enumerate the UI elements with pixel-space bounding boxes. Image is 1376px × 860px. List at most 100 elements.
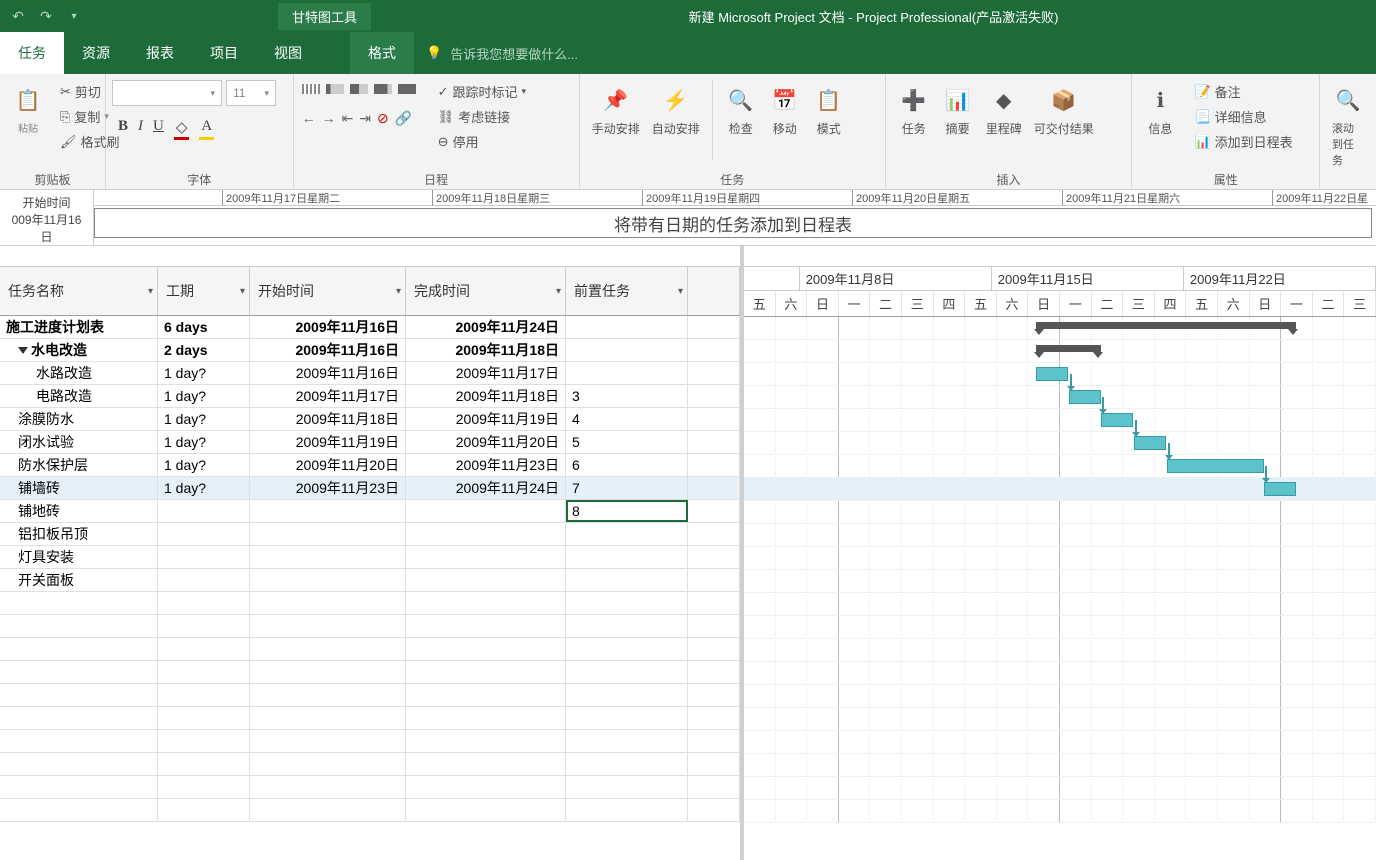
cell-extra[interactable] xyxy=(688,523,740,545)
table-row[interactable]: 铝扣板吊顶 xyxy=(0,523,740,546)
table-row[interactable] xyxy=(0,799,740,822)
gantt-row[interactable] xyxy=(744,340,1376,363)
table-row[interactable]: 水电改造2 days2009年11月16日2009年11月18日 xyxy=(0,339,740,362)
cell-predecessor[interactable] xyxy=(566,546,688,568)
cell-start[interactable] xyxy=(250,684,406,706)
cell-duration[interactable] xyxy=(158,500,250,522)
cell-extra[interactable] xyxy=(688,730,740,752)
tab-view[interactable]: 视图 xyxy=(256,32,320,74)
gantt-task-bar[interactable] xyxy=(1134,436,1166,450)
cell-finish[interactable]: 2009年11月17日 xyxy=(406,362,566,384)
gantt-summary-bar[interactable] xyxy=(1036,322,1296,329)
cell-extra[interactable] xyxy=(688,799,740,821)
tab-project[interactable]: 项目 xyxy=(192,32,256,74)
gantt-row[interactable] xyxy=(744,708,1376,731)
cell-extra[interactable] xyxy=(688,684,740,706)
cell-predecessor[interactable] xyxy=(566,615,688,637)
cell-duration[interactable] xyxy=(158,730,250,752)
tell-me-search[interactable]: 💡 告诉我您想要做什么... xyxy=(414,32,590,74)
cell-duration[interactable] xyxy=(158,569,250,591)
cell-name[interactable] xyxy=(0,638,158,660)
insert-summary-button[interactable]: 📊摘要 xyxy=(936,80,980,141)
cell-predecessor[interactable] xyxy=(566,362,688,384)
cell-duration[interactable] xyxy=(158,546,250,568)
cell-finish[interactable] xyxy=(406,615,566,637)
cell-start[interactable] xyxy=(250,799,406,821)
cell-duration[interactable] xyxy=(158,592,250,614)
cell-predecessor[interactable] xyxy=(566,638,688,660)
cell-extra[interactable] xyxy=(688,477,740,499)
table-row[interactable] xyxy=(0,592,740,615)
cell-name[interactable]: 施工进度计划表 xyxy=(0,316,158,338)
indent-controls[interactable]: ←→ ⇤⇥ ⊘ 🔗 xyxy=(300,106,418,131)
table-row[interactable]: 闭水试验1 day?2009年11月19日2009年11月20日5 xyxy=(0,431,740,454)
cell-predecessor[interactable] xyxy=(566,523,688,545)
cell-start[interactable]: 2009年11月19日 xyxy=(250,431,406,453)
cell-name[interactable]: 灯具安装 xyxy=(0,546,158,568)
cell-duration[interactable] xyxy=(158,684,250,706)
tab-resource[interactable]: 资源 xyxy=(64,32,128,74)
cell-start[interactable]: 2009年11月20日 xyxy=(250,454,406,476)
cell-duration[interactable]: 6 days xyxy=(158,316,250,338)
table-row[interactable] xyxy=(0,730,740,753)
tab-format[interactable]: 格式 xyxy=(350,32,414,74)
cell-name[interactable]: 闭水试验 xyxy=(0,431,158,453)
gantt-task-bar[interactable] xyxy=(1167,459,1264,473)
chevron-down-icon[interactable]: ▾ xyxy=(396,286,401,297)
table-row[interactable]: 施工进度计划表6 days2009年11月16日2009年11月24日 xyxy=(0,316,740,339)
cell-duration[interactable]: 1 day? xyxy=(158,362,250,384)
cell-extra[interactable] xyxy=(688,408,740,430)
cell-extra[interactable] xyxy=(688,707,740,729)
cell-finish[interactable] xyxy=(406,592,566,614)
chevron-down-icon[interactable]: ▾ xyxy=(148,286,153,297)
cell-name[interactable] xyxy=(0,799,158,821)
table-row[interactable]: 防水保护层1 day?2009年11月20日2009年11月23日6 xyxy=(0,454,740,477)
gantt-row[interactable] xyxy=(744,524,1376,547)
cell-start[interactable]: 2009年11月17日 xyxy=(250,385,406,407)
tab-report[interactable]: 报表 xyxy=(128,32,192,74)
qat-dropdown-icon[interactable]: ▾ xyxy=(60,2,88,30)
cell-finish[interactable] xyxy=(406,684,566,706)
cell-predecessor[interactable] xyxy=(566,730,688,752)
cell-finish[interactable]: 2009年11月18日 xyxy=(406,385,566,407)
table-row[interactable] xyxy=(0,753,740,776)
cell-finish[interactable] xyxy=(406,799,566,821)
table-row[interactable]: 电路改造1 day?2009年11月17日2009年11月18日3 xyxy=(0,385,740,408)
cell-finish[interactable] xyxy=(406,500,566,522)
font-size-select[interactable]: 11▾ xyxy=(226,80,276,106)
gantt-task-bar[interactable] xyxy=(1101,413,1133,427)
cell-finish[interactable] xyxy=(406,546,566,568)
cell-finish[interactable] xyxy=(406,707,566,729)
cell-extra[interactable] xyxy=(688,454,740,476)
cell-predecessor[interactable]: 5 xyxy=(566,431,688,453)
gantt-row[interactable] xyxy=(744,547,1376,570)
table-row[interactable] xyxy=(0,684,740,707)
cell-start[interactable] xyxy=(250,638,406,660)
cell-start[interactable]: 2009年11月16日 xyxy=(250,316,406,338)
table-row[interactable]: 灯具安装 xyxy=(0,546,740,569)
cell-extra[interactable] xyxy=(688,431,740,453)
cell-name[interactable]: 铺墙砖 xyxy=(0,477,158,499)
cell-predecessor[interactable] xyxy=(566,569,688,591)
gantt-row[interactable] xyxy=(744,478,1376,501)
gantt-row[interactable] xyxy=(744,455,1376,478)
cell-duration[interactable]: 1 day? xyxy=(158,431,250,453)
cell-start[interactable] xyxy=(250,753,406,775)
cell-duration[interactable] xyxy=(158,799,250,821)
cell-predecessor[interactable] xyxy=(566,753,688,775)
cell-start[interactable] xyxy=(250,707,406,729)
underline-button[interactable]: U xyxy=(153,118,164,140)
insert-deliverable-button[interactable]: 📦可交付结果 xyxy=(1028,80,1100,141)
col-task-name[interactable]: 任务名称▾ xyxy=(0,267,158,315)
cell-duration[interactable]: 2 days xyxy=(158,339,250,361)
chevron-down-icon[interactable]: ▾ xyxy=(240,286,245,297)
scroll-to-task-button[interactable]: 🔍滚动到任务 xyxy=(1326,80,1370,172)
gantt-row[interactable] xyxy=(744,662,1376,685)
gantt-body[interactable] xyxy=(744,317,1376,823)
cell-extra[interactable] xyxy=(688,661,740,683)
outline-collapse-icon[interactable] xyxy=(18,347,28,354)
notes-button[interactable]: 📝备注 xyxy=(1188,80,1298,103)
italic-button[interactable]: I xyxy=(138,118,143,140)
cell-predecessor[interactable] xyxy=(566,316,688,338)
gantt-row[interactable] xyxy=(744,754,1376,777)
